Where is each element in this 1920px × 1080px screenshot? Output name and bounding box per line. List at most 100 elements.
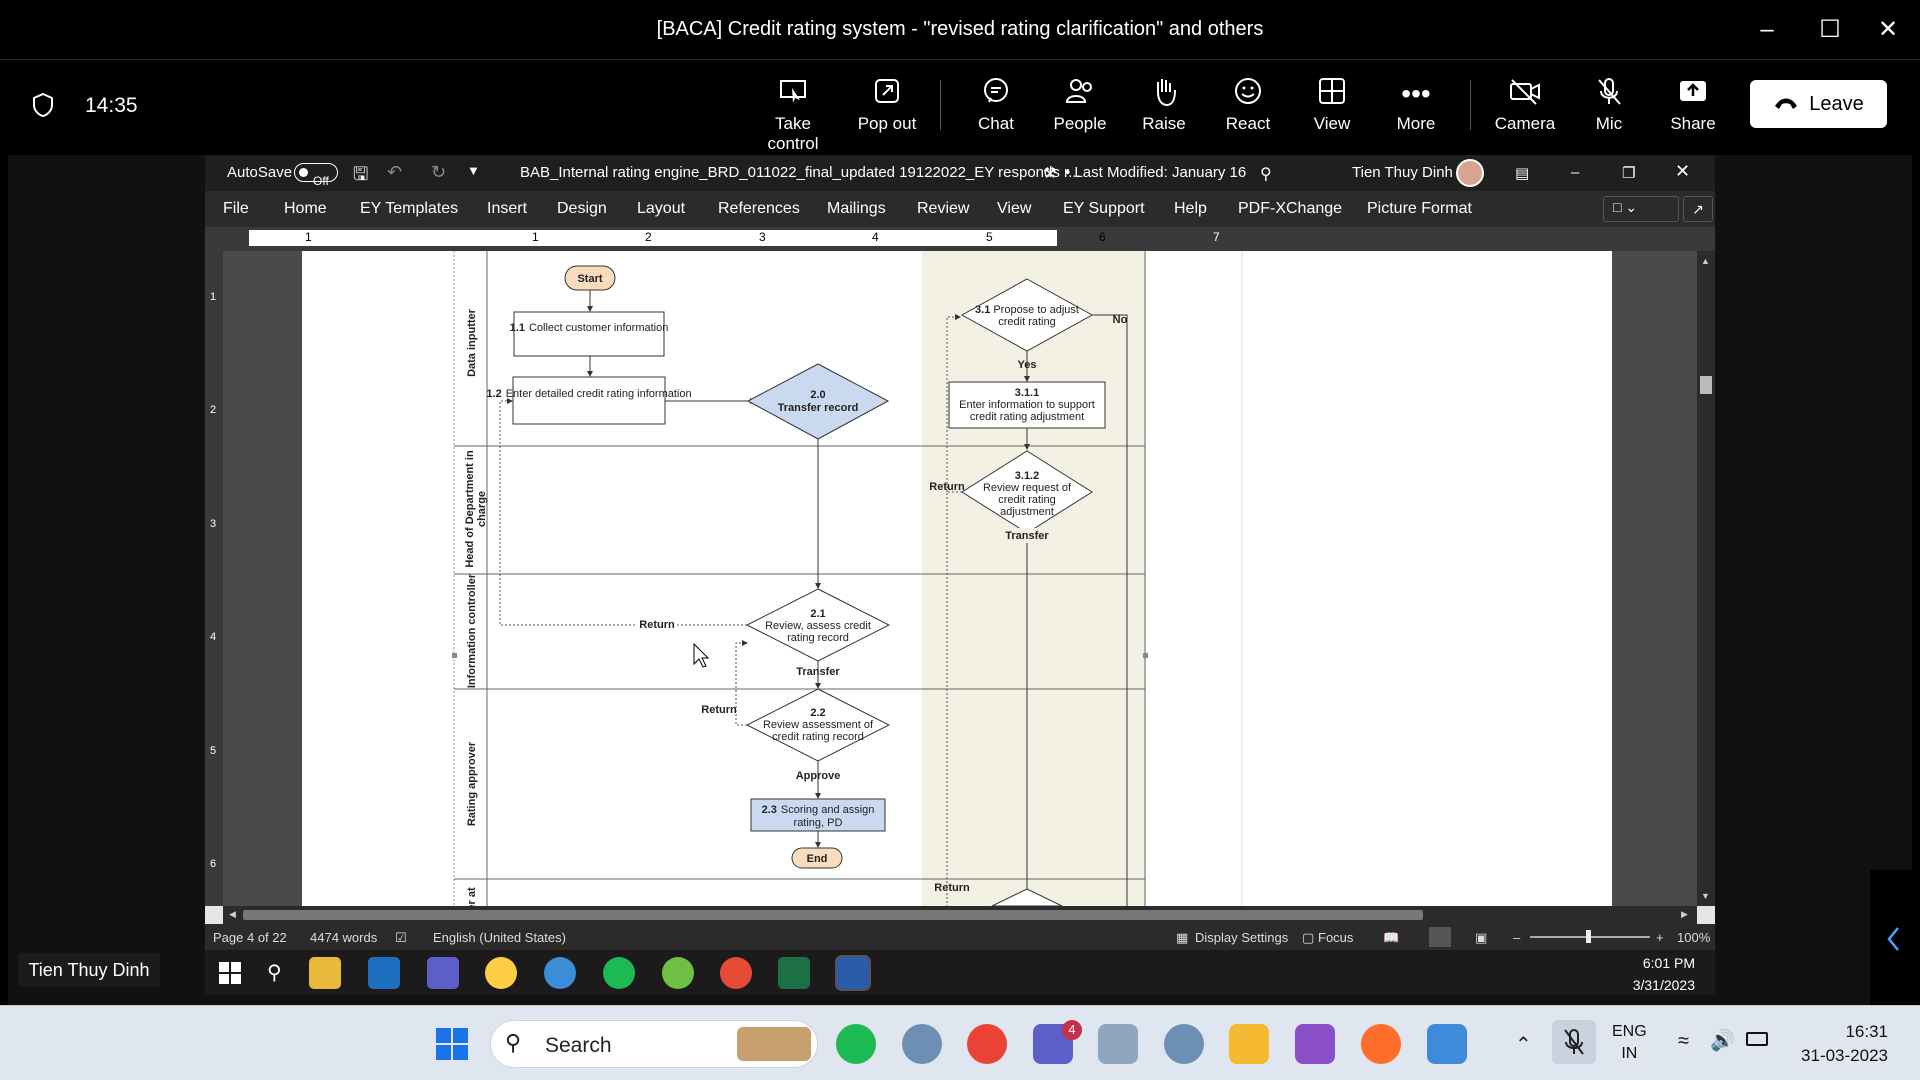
zoom-out-icon[interactable]: –: [1513, 930, 1520, 945]
tab-ey-templates[interactable]: EY Templates: [360, 200, 458, 218]
excel-icon[interactable]: [778, 957, 810, 989]
document-title[interactable]: BAB_Internal rating engine_BRD_011022_fi…: [520, 164, 1081, 181]
tab-home[interactable]: Home: [284, 200, 327, 218]
zoom-slider-thumb[interactable]: [1586, 930, 1591, 943]
take-control-button[interactable]: Take control: [748, 76, 838, 153]
view-button[interactable]: View: [1287, 76, 1377, 142]
tab-view[interactable]: View: [997, 200, 1031, 218]
tab-mailings[interactable]: Mailings: [827, 200, 886, 218]
notepad-icon[interactable]: [1427, 1024, 1467, 1064]
file-explorer-icon[interactable]: [1229, 1024, 1269, 1064]
outlook-icon[interactable]: [368, 957, 400, 989]
horizontal-scrollbar[interactable]: ◀ ▶: [223, 906, 1697, 924]
undo-icon[interactable]: ↶: [387, 162, 402, 183]
scroll-right-icon[interactable]: ▶: [1681, 909, 1688, 920]
customize-qat-icon[interactable]: ▼: [467, 163, 480, 178]
proofing-icon[interactable]: ☑: [395, 930, 407, 946]
zoom-in-icon[interactable]: +: [1656, 930, 1664, 945]
windows-start-icon[interactable]: [432, 1024, 472, 1064]
snip-icon[interactable]: [662, 957, 694, 989]
tab-review[interactable]: Review: [917, 200, 969, 218]
windows-start-icon[interactable]: [219, 962, 241, 984]
word-minimize-icon[interactable]: –: [1571, 164, 1579, 181]
firefox-icon[interactable]: [1361, 1024, 1401, 1064]
page-count[interactable]: Page 4 of 22: [213, 930, 287, 945]
input-language[interactable]: ENG IN: [1612, 1021, 1647, 1065]
panda-app-2-icon[interactable]: [1164, 1024, 1204, 1064]
focus-button[interactable]: Focus: [1318, 930, 1353, 945]
share-doc-icon[interactable]: ↗: [1683, 196, 1713, 222]
side-panel-toggle[interactable]: [1870, 870, 1920, 1005]
word-restore-icon[interactable]: ❐: [1622, 164, 1635, 182]
selection-handle[interactable]: [452, 653, 457, 658]
tab-design[interactable]: Design: [557, 200, 607, 218]
leave-button[interactable]: Leave: [1750, 80, 1887, 128]
taskbar-clock[interactable]: 16:31 31-03-2023: [1801, 1020, 1888, 1068]
tab-ey-support[interactable]: EY Support: [1063, 200, 1145, 218]
visual-studio-icon[interactable]: [1295, 1024, 1335, 1064]
selection-handle[interactable]: [1143, 653, 1148, 658]
tab-references[interactable]: References: [718, 200, 800, 218]
tab-help[interactable]: Help: [1174, 200, 1207, 218]
mic-muted-tray-icon[interactable]: [1552, 1020, 1596, 1064]
share-button[interactable]: Share: [1648, 76, 1738, 142]
spotify-icon[interactable]: [603, 957, 635, 989]
search-icon[interactable]: ⚲: [267, 960, 282, 985]
word-count[interactable]: 4474 words: [310, 930, 377, 945]
redo-icon[interactable]: ↻: [431, 162, 446, 183]
chrome-profile-icon[interactable]: [720, 957, 752, 989]
web-layout-icon[interactable]: ▣: [1475, 930, 1487, 946]
save-icon[interactable]: 🖫: [353, 162, 368, 192]
read-mode-icon[interactable]: 📖: [1383, 930, 1399, 946]
tab-picture-format[interactable]: Picture Format: [1367, 200, 1472, 218]
chat-button[interactable]: Chat: [951, 76, 1041, 142]
print-layout-icon[interactable]: [1429, 927, 1451, 947]
spotify-icon[interactable]: [836, 1024, 876, 1064]
autosave-toggle[interactable]: Off: [294, 163, 338, 188]
word-close-icon[interactable]: ✕: [1675, 161, 1690, 182]
process-flowchart[interactable]: Data inputter Head of Department incharg…: [302, 251, 1612, 911]
camera-button[interactable]: Camera: [1480, 76, 1570, 142]
language[interactable]: English (United States): [433, 930, 566, 945]
tab-pdf-xchange[interactable]: PDF-XChange: [1238, 200, 1342, 218]
chrome-icon[interactable]: [967, 1024, 1007, 1064]
battery-icon[interactable]: [1746, 1032, 1768, 1046]
word-icon[interactable]: [835, 955, 871, 991]
avatar[interactable]: [1456, 159, 1484, 187]
document-canvas[interactable]: Data inputter Head of Department incharg…: [223, 251, 1697, 911]
maximize-icon[interactable]: ☐: [1810, 14, 1850, 46]
people-button[interactable]: People: [1035, 76, 1125, 142]
wifi-icon[interactable]: ≈: [1678, 1030, 1689, 1053]
database-icon[interactable]: [1098, 1024, 1138, 1064]
mic-button[interactable]: Mic: [1564, 76, 1654, 142]
display-settings-button[interactable]: Display Settings: [1195, 930, 1288, 945]
tab-file[interactable]: File: [223, 200, 249, 218]
chrome-icon[interactable]: [485, 957, 517, 989]
minimize-icon[interactable]: –: [1747, 14, 1787, 46]
panda-app-icon[interactable]: [902, 1024, 942, 1064]
close-icon[interactable]: ✕: [1868, 14, 1908, 46]
scroll-up-icon[interactable]: ▲: [1701, 256, 1710, 266]
paint-icon[interactable]: [544, 957, 576, 989]
file-explorer-icon[interactable]: [309, 957, 341, 989]
teams-icon[interactable]: [427, 957, 459, 989]
document-page[interactable]: Data inputter Head of Department incharg…: [302, 251, 1612, 911]
scroll-down-icon[interactable]: ▼: [1701, 891, 1710, 901]
pop-out-button[interactable]: Pop out: [842, 76, 932, 142]
last-modified[interactable]: • Last Modified: January 16: [1065, 164, 1246, 181]
chevron-up-icon[interactable]: ⌃: [1515, 1032, 1532, 1057]
scroll-left-icon[interactable]: ◀: [229, 909, 236, 920]
volume-icon[interactable]: 🔊: [1710, 1028, 1735, 1053]
taskbar-search[interactable]: ⚲ Search: [490, 1020, 818, 1068]
more-button[interactable]: ••• More: [1371, 76, 1461, 142]
scroll-thumb[interactable]: [1700, 376, 1712, 394]
tab-layout[interactable]: Layout: [637, 200, 685, 218]
vertical-scrollbar[interactable]: ▲ ▼: [1697, 251, 1715, 906]
user-name[interactable]: Tien Thuy Dinh: [1352, 164, 1453, 181]
zoom-level[interactable]: 100%: [1677, 930, 1710, 945]
raise-hand-button[interactable]: Raise: [1119, 76, 1209, 142]
ribbon-display-icon[interactable]: ▤: [1515, 164, 1529, 182]
hscroll-thumb[interactable]: [243, 910, 1423, 920]
react-button[interactable]: React: [1203, 76, 1293, 142]
search-icon[interactable]: ⚲: [1260, 164, 1272, 184]
